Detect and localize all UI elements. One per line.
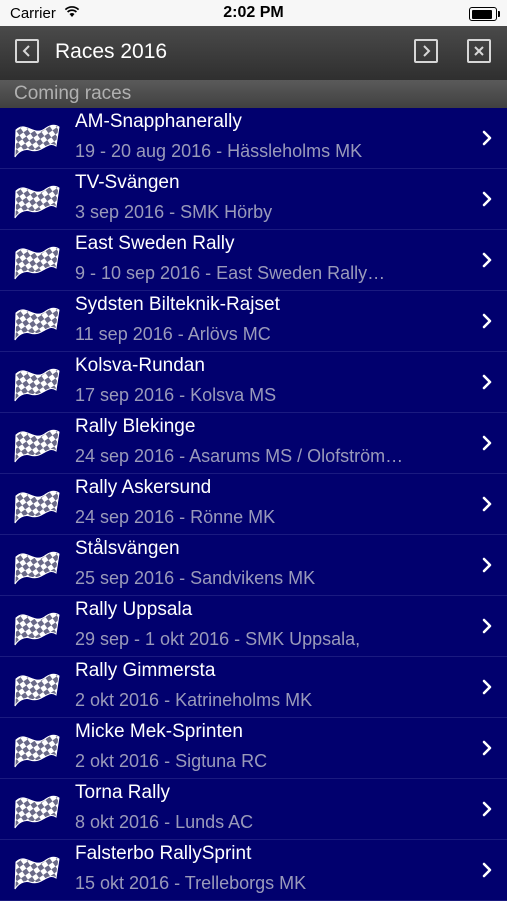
race-list-item[interactable]: Rally Blekinge 24 sep 2016 - Asarums MS … bbox=[0, 413, 507, 474]
race-detail: 11 sep 2016 - Arlövs MC bbox=[75, 324, 271, 344]
race-list-item[interactable]: TV-Svängen 3 sep 2016 - SMK Hörby bbox=[0, 169, 507, 230]
race-name: Rally Blekinge bbox=[75, 416, 196, 437]
navigation-bar: Races 2016 bbox=[0, 26, 507, 81]
page-title: Races 2016 bbox=[55, 40, 168, 63]
checkered-flag-icon bbox=[14, 429, 60, 463]
chevron-right-icon bbox=[482, 313, 492, 329]
checkered-flag-icon bbox=[14, 612, 60, 646]
chevron-right-icon bbox=[482, 679, 492, 695]
checkered-flag-icon bbox=[14, 673, 60, 707]
checkered-flag-icon bbox=[14, 368, 60, 402]
chevron-right-icon bbox=[482, 618, 492, 634]
race-list-item[interactable]: East Sweden Rally 9 - 10 sep 2016 - East… bbox=[0, 230, 507, 291]
checkered-flag-icon bbox=[14, 185, 60, 219]
race-detail: 2 okt 2016 - Katrineholms MK bbox=[75, 690, 313, 710]
status-time: 2:02 PM bbox=[223, 4, 284, 21]
race-name: Falsterbo RallySprint bbox=[75, 843, 252, 864]
section-title: Coming races bbox=[14, 83, 132, 104]
chevron-right-icon bbox=[482, 191, 492, 207]
race-detail: 8 okt 2016 - Lunds AC bbox=[75, 812, 254, 832]
race-name: TV-Svängen bbox=[75, 172, 180, 193]
forward-button[interactable] bbox=[414, 39, 438, 63]
checkered-flag-icon bbox=[14, 795, 60, 829]
chevron-right-icon bbox=[482, 557, 492, 573]
chevron-right-icon bbox=[482, 801, 492, 817]
race-list-item[interactable]: Kolsva-Rundan 17 sep 2016 - Kolsva MS bbox=[0, 352, 507, 413]
checkered-flag-icon bbox=[14, 734, 60, 768]
close-icon bbox=[474, 46, 484, 56]
chevron-right-icon bbox=[482, 862, 492, 878]
chevron-right-icon bbox=[482, 130, 492, 146]
race-detail: 25 sep 2016 - Sandvikens MK bbox=[75, 568, 316, 588]
race-detail: 24 sep 2016 - Asarums MS / Olofström… bbox=[75, 446, 404, 466]
checkered-flag-icon bbox=[14, 124, 60, 158]
race-list-item[interactable]: AM-Snapphanerally 19 - 20 aug 2016 - Häs… bbox=[0, 108, 507, 169]
race-list-item[interactable]: Torna Rally 8 okt 2016 - Lunds AC bbox=[0, 779, 507, 840]
checkered-flag-icon bbox=[14, 856, 60, 890]
race-name: Rally Uppsala bbox=[75, 599, 193, 620]
race-detail: 19 - 20 aug 2016 - Hässleholms MK bbox=[75, 141, 363, 161]
race-detail: 3 sep 2016 - SMK Hörby bbox=[75, 202, 273, 222]
checkered-flag-icon bbox=[14, 551, 60, 585]
race-list-item[interactable]: Micke Mek-Sprinten 2 okt 2016 - Sigtuna … bbox=[0, 718, 507, 779]
race-detail: 24 sep 2016 - Rönne MK bbox=[75, 507, 276, 527]
race-detail: 9 - 10 sep 2016 - East Sweden Rally… bbox=[75, 263, 386, 283]
race-detail: 17 sep 2016 - Kolsva MS bbox=[75, 385, 277, 405]
race-list-item[interactable]: Rally Gimmersta 2 okt 2016 - Katrineholm… bbox=[0, 657, 507, 718]
chevron-right-icon bbox=[423, 45, 431, 57]
race-name: East Sweden Rally bbox=[75, 233, 235, 254]
race-name: Rally Askersund bbox=[75, 477, 212, 498]
race-list-item[interactable]: Stålsvängen 25 sep 2016 - Sandvikens MK bbox=[0, 535, 507, 596]
race-list-item[interactable]: Sydsten Bilteknik-Rajset 11 sep 2016 - A… bbox=[0, 291, 507, 352]
checkered-flag-icon bbox=[14, 490, 60, 524]
race-detail: 29 sep - 1 okt 2016 - SMK Uppsala, bbox=[75, 629, 361, 649]
chevron-right-icon bbox=[482, 496, 492, 512]
chevron-right-icon bbox=[482, 252, 492, 268]
race-name: Sydsten Bilteknik-Rajset bbox=[75, 294, 280, 315]
status-bar: Carrier 2:02 PM bbox=[0, 0, 507, 26]
race-list: AM-Snapphanerally 19 - 20 aug 2016 - Häs… bbox=[0, 108, 507, 901]
chevron-left-icon bbox=[22, 45, 30, 57]
chevron-right-icon bbox=[482, 740, 492, 756]
close-button[interactable] bbox=[467, 39, 491, 63]
chevron-right-icon bbox=[482, 374, 492, 390]
race-list-item[interactable]: Rally Uppsala 29 sep - 1 okt 2016 - SMK … bbox=[0, 596, 507, 657]
race-name: Torna Rally bbox=[75, 782, 171, 803]
checkered-flag-icon bbox=[14, 307, 60, 341]
race-name: Kolsva-Rundan bbox=[75, 355, 205, 376]
battery-icon bbox=[469, 7, 500, 21]
back-button[interactable] bbox=[15, 39, 39, 63]
race-name: AM-Snapphanerally bbox=[75, 111, 242, 132]
race-detail: 15 okt 2016 - Trelleborgs MK bbox=[75, 873, 307, 893]
chevron-right-icon bbox=[482, 435, 492, 451]
race-name: Stålsvängen bbox=[75, 538, 180, 559]
race-name: Micke Mek-Sprinten bbox=[75, 721, 243, 742]
race-detail: 2 okt 2016 - Sigtuna RC bbox=[75, 751, 268, 771]
race-list-item[interactable]: Rally Askersund 24 sep 2016 - Rönne MK bbox=[0, 474, 507, 535]
race-name: Rally Gimmersta bbox=[75, 660, 216, 681]
section-header: Coming races bbox=[0, 80, 507, 108]
checkered-flag-icon bbox=[14, 246, 60, 280]
race-list-item[interactable]: Falsterbo RallySprint 15 okt 2016 - Trel… bbox=[0, 840, 507, 901]
